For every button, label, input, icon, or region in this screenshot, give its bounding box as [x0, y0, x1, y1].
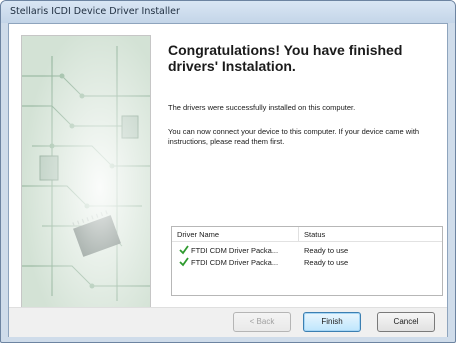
column-driver-name[interactable]: Driver Name: [177, 230, 219, 239]
success-message: The drivers were successfully installed …: [168, 103, 356, 112]
list-header: Driver Name Status: [172, 227, 442, 242]
list-item[interactable]: FTDI CDM Driver Packa... Ready to use: [172, 245, 442, 257]
finish-button[interactable]: Finish: [303, 312, 361, 332]
button-bar: < Back Finish Cancel: [9, 307, 447, 337]
driver-name: FTDI CDM Driver Packa...: [191, 258, 279, 267]
green-check-icon: [179, 257, 189, 267]
driver-status: Ready to use: [304, 258, 349, 267]
column-divider: [298, 227, 299, 241]
window-title: Stellaris ICDI Device Driver Installer: [10, 6, 180, 17]
driver-status: Ready to use: [304, 246, 349, 255]
green-check-icon: [179, 245, 189, 255]
title-bar[interactable]: Stellaris ICDI Device Driver Installer: [1, 1, 455, 23]
list-item[interactable]: FTDI CDM Driver Packa... Ready to use: [172, 257, 442, 269]
driver-list[interactable]: Driver Name Status FTDI CDM Driver Packa…: [171, 226, 443, 296]
page-heading: Congratulations! You have finished drive…: [168, 42, 403, 74]
circuit-board-illustration: [21, 35, 151, 310]
wizard-page: Congratulations! You have finished drive…: [8, 23, 448, 337]
installer-window: Stellaris ICDI Device Driver Installer C…: [0, 0, 456, 343]
connect-device-message: You can now connect your device to this …: [168, 127, 420, 146]
circuit-board-image: [22, 36, 150, 309]
cancel-button[interactable]: Cancel: [377, 312, 435, 332]
driver-name: FTDI CDM Driver Packa...: [191, 246, 279, 255]
back-button[interactable]: < Back: [233, 312, 291, 332]
column-status[interactable]: Status: [304, 230, 325, 239]
